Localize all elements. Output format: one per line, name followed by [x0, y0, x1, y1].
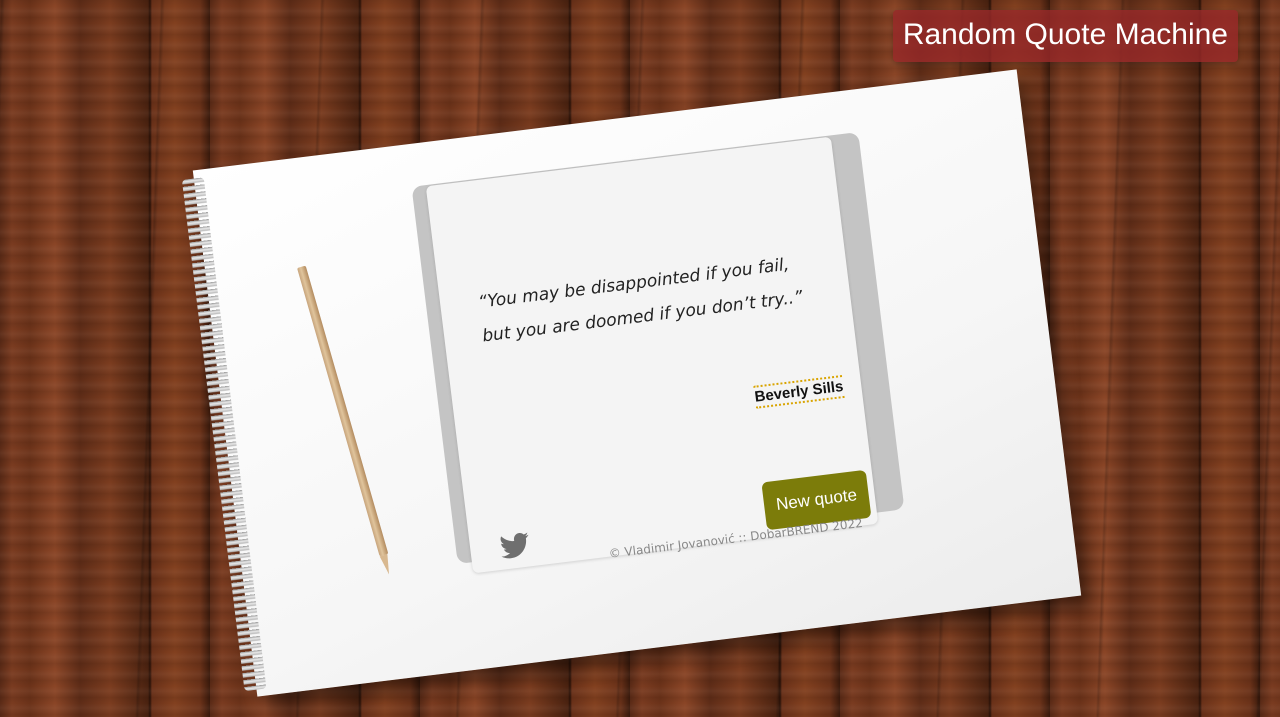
app-title: Random Quote Machine	[892, 10, 1238, 62]
quote-card: “You may be disappointed if you fail, bu…	[425, 136, 879, 574]
quote-author: Beverly Sills	[753, 375, 845, 409]
quote-text: “You may be disappointed if you fail, bu…	[477, 254, 804, 347]
twitter-icon[interactable]	[499, 531, 532, 560]
